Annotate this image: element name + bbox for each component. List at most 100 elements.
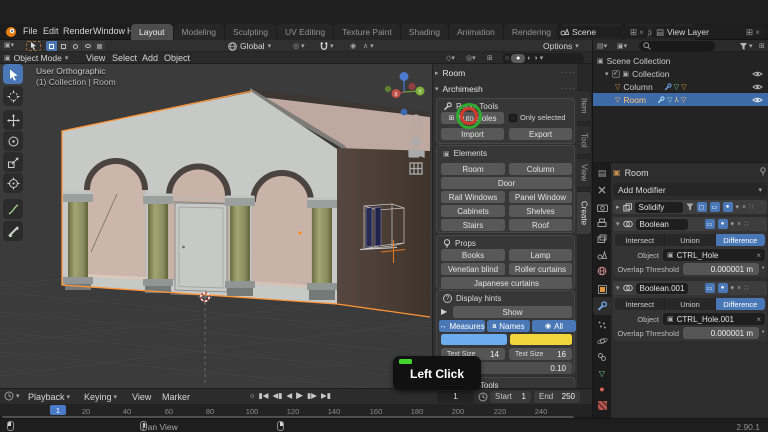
import-button[interactable]: Import <box>441 128 504 140</box>
realtime-toggle-icon[interactable]: ▭ <box>705 283 715 293</box>
properties-editor-type-icon[interactable]: ▤ <box>595 166 609 180</box>
modifier-name-field[interactable]: Solidify <box>635 202 683 213</box>
operation-difference[interactable]: Difference <box>716 298 765 310</box>
timeline-menu-keying[interactable]: Keying▾ <box>84 392 117 402</box>
playhead[interactable]: 1 <box>50 405 66 415</box>
play-reverse-button[interactable]: ◀ <box>286 391 292 400</box>
view-layer-selector[interactable]: ▤ View Layer ⊞ × <box>652 26 764 38</box>
element-shelves-button[interactable]: Shelves <box>509 205 572 217</box>
tab-tool-icon[interactable] <box>595 183 609 197</box>
prop-lamp-button[interactable]: Lamp <box>509 249 572 261</box>
shading-solid-icon[interactable]: ● <box>511 54 525 63</box>
element-cabinets-button[interactable]: Cabinets <box>441 205 505 217</box>
modifier-boolean2-header[interactable]: ▾ Boolean.001 ▭ ● ▾ × ∷ <box>613 281 767 295</box>
drag-grip-icon[interactable]: ∷ <box>744 284 748 292</box>
npanel-tab-item[interactable]: Item <box>577 90 592 122</box>
new-collection-icon[interactable]: ⊞ <box>759 42 765 50</box>
outliner-row-scene-collection[interactable]: ▣ Scene Collection <box>593 54 768 67</box>
tool-select-box[interactable] <box>3 64 23 84</box>
tab-output-icon[interactable] <box>595 216 609 230</box>
snap-dropdown[interactable]: ▾ <box>320 40 334 52</box>
text-size-field-2[interactable]: Text Size16 <box>509 348 572 360</box>
tab-modifiers-icon[interactable] <box>595 299 609 313</box>
outliner-filter-id-dropdown[interactable]: ▣▾ <box>617 42 627 50</box>
modifier-boolean1-header[interactable]: ▾ Boolean ▭ ● ▾ × ∷ <box>613 217 767 231</box>
npanel-tab-view[interactable]: View <box>577 158 592 188</box>
expand-arrow-icon[interactable]: ▾ <box>616 220 620 228</box>
drag-grip-icon[interactable]: ∷ <box>749 203 753 211</box>
timeline-menu-playback[interactable]: Playback▾ <box>28 392 70 402</box>
operation-intersect[interactable]: Intersect <box>615 234 665 246</box>
clear-object-icon[interactable]: × <box>756 251 761 260</box>
add-modifier-dropdown[interactable]: Add Modifier ▾ <box>613 183 767 196</box>
proportional-edit-icon[interactable]: ◉ <box>350 42 356 50</box>
element-room-button[interactable]: Room <box>441 163 505 175</box>
timeline-editor-type-icon[interactable]: ▾ <box>4 391 20 401</box>
shading-dropdown-caret[interactable]: ▾ <box>540 54 544 62</box>
new-view-layer-icon[interactable]: ⊞ <box>746 27 753 38</box>
gizmo-axis-ball[interactable] <box>408 83 415 90</box>
extras-caret-icon[interactable]: ▾ <box>731 284 735 292</box>
vertex-group-filter-icon[interactable] <box>686 203 694 211</box>
outliner-search-input[interactable] <box>639 41 715 51</box>
unlink-scene-icon[interactable]: × <box>639 27 644 37</box>
realtime-toggle-icon[interactable]: ▭ <box>705 219 715 229</box>
outliner-filter-icon[interactable] <box>739 42 748 53</box>
animate-dot-icon[interactable]: • <box>762 265 764 272</box>
active-tool-icon[interactable] <box>26 41 41 51</box>
next-keyframe-button[interactable]: ▮▶ <box>307 391 317 400</box>
boolean2-overlap-field[interactable]: 0.000001 m <box>683 327 759 339</box>
tab-object-icon[interactable] <box>595 282 609 296</box>
tool-rotate[interactable] <box>3 131 23 151</box>
element-roof-button[interactable]: Roof <box>509 219 572 231</box>
options-dropdown[interactable]: Options▾ <box>543 40 579 52</box>
tab-texture-icon[interactable] <box>595 398 609 412</box>
tab-world-icon[interactable] <box>595 264 609 278</box>
tool-cursor[interactable] <box>3 86 23 106</box>
shading-rendered-icon[interactable]: ◑ <box>533 55 537 62</box>
modifier-solidify-header[interactable]: ▸ Solidify ▢ ▭ ● ▾ × ∷ <box>613 200 767 214</box>
viewport-3d[interactable]: X Y User Orthographic (1) Collection | R… <box>0 64 592 388</box>
show-expand-icon[interactable]: ▶ <box>441 307 447 316</box>
remove-view-layer-icon[interactable]: × <box>755 27 760 37</box>
modifier-name-field[interactable]: Boolean <box>636 219 688 230</box>
tool-annotate[interactable] <box>3 199 23 219</box>
select-mode-lasso[interactable] <box>82 41 93 51</box>
operation-union[interactable]: Union <box>665 234 715 246</box>
timeline-menu-view[interactable]: View <box>132 392 151 402</box>
clear-object-icon[interactable]: × <box>756 315 761 324</box>
select-mode-box[interactable] <box>58 41 69 51</box>
overlays-dropdown[interactable]: ◎▾ <box>466 54 476 62</box>
panel-drag-grip[interactable]: ···· <box>561 68 576 77</box>
panel-archimesh-header[interactable]: ▾ Archimesh ···· <box>435 82 576 95</box>
timeline-ruler[interactable]: 20 40 60 80 100 120 140 160 180 200 220 … <box>0 404 592 416</box>
element-door-button[interactable]: Door <box>441 177 572 189</box>
boolean1-overlap-field[interactable]: 0.000001 m <box>683 263 759 275</box>
use-preview-range-icon[interactable] <box>478 392 488 404</box>
gizmo-axis-ball[interactable] <box>401 109 408 116</box>
panel-drag-grip[interactable]: ···· <box>561 84 576 93</box>
tab-view-layer-icon[interactable] <box>595 232 609 246</box>
operation-difference[interactable]: Difference <box>716 234 765 246</box>
tab-object-data-icon[interactable]: ▽ <box>595 366 609 380</box>
expand-arrow-icon[interactable]: ▸ <box>616 203 620 211</box>
jump-to-start-button[interactable]: ▮◀ <box>259 391 269 400</box>
prop-roller-button[interactable]: Roller curtains <box>509 263 572 275</box>
jump-to-end-button[interactable]: ▶▮ <box>321 391 331 400</box>
outliner-row-collection[interactable]: ▾ ✓ ▣ Collection <box>593 67 768 80</box>
tool-measure[interactable] <box>3 221 23 241</box>
expand-arrow-icon[interactable]: ▾ <box>616 284 620 292</box>
panel-room-header[interactable]: ▸ Room ···· <box>435 66 576 79</box>
pivot-point-dropdown[interactable]: ◎ ▾ <box>293 42 305 50</box>
transform-orientation-dropdown[interactable]: Global ▾ <box>228 40 271 52</box>
outliner-row-column[interactable]: ▽ Column ▽ ▽ <box>593 80 768 93</box>
tab-modeling[interactable]: Modeling <box>174 24 225 40</box>
tab-layout[interactable]: Layout <box>131 24 173 40</box>
vp-menu-select[interactable]: Select <box>112 53 137 63</box>
render-toggle-icon[interactable]: ● <box>718 283 728 293</box>
proportional-falloff-dropdown[interactable]: ∧ ▾ <box>363 42 374 50</box>
npanel-tab-tool[interactable]: Tool <box>577 125 592 155</box>
frame-end-field[interactable]: End250 <box>534 391 580 403</box>
delete-modifier-icon[interactable]: × <box>737 221 741 228</box>
shading-wireframe-icon[interactable]: ○ <box>505 55 509 62</box>
